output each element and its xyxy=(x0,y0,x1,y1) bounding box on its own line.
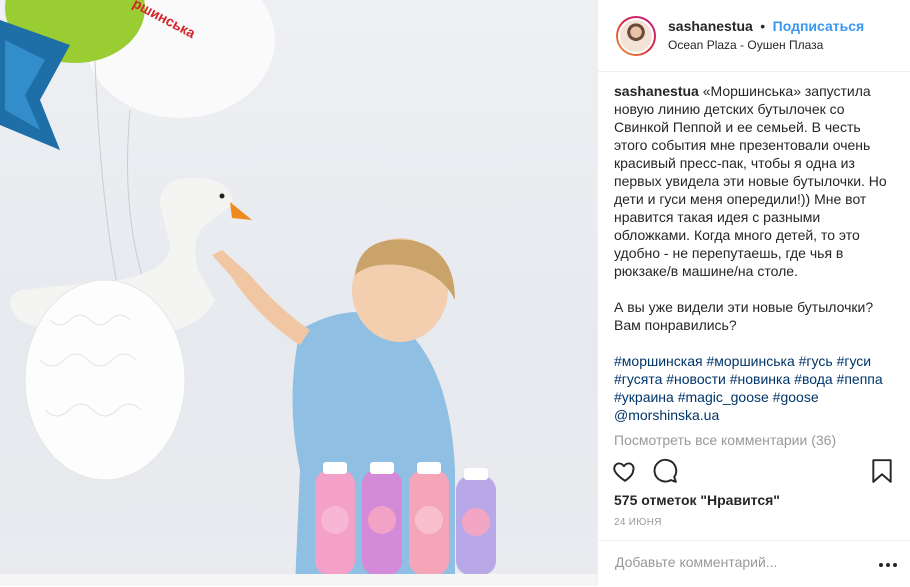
hashtag-link[interactable]: @morshinska.ua xyxy=(614,407,719,423)
more-options-icon[interactable] xyxy=(878,555,898,573)
hashtag-link[interactable]: #goose xyxy=(773,389,819,405)
post-header: sashanestua • Подписаться Ocean Plaza - … xyxy=(598,0,910,72)
caption-text: «Моршинська» запустила новую линию детск… xyxy=(614,83,887,333)
hashtag-link[interactable]: #гусь xyxy=(799,353,833,369)
instagram-post: ршинська sashanestua • Подписаться Ocean… xyxy=(0,0,910,586)
hashtag-link[interactable]: #украина xyxy=(614,389,674,405)
hashtag-link[interactable]: #гуси xyxy=(837,353,872,369)
hashtag-link[interactable]: #новости xyxy=(666,371,726,387)
caption: sashanestua «Моршинська» запустила новую… xyxy=(614,82,896,334)
post-photo[interactable]: ршинська xyxy=(0,0,597,586)
hashtag-link[interactable]: #новинка xyxy=(730,371,791,387)
separator-dot: • xyxy=(760,18,766,34)
post-sidebar: sashanestua • Подписаться Ocean Plaza - … xyxy=(597,0,910,586)
photo-illustration xyxy=(0,0,597,586)
hashtags: #моршинская #моршинська #гусь #гуси #гус… xyxy=(614,352,896,424)
avatar[interactable] xyxy=(616,15,656,56)
paper-nest xyxy=(24,279,186,481)
caption-username[interactable]: sashanestua xyxy=(614,83,699,99)
heart-icon[interactable] xyxy=(612,458,640,486)
hashtag-link[interactable]: #magic_goose xyxy=(678,389,769,405)
boy-arm xyxy=(212,250,310,345)
location-link[interactable]: Ocean Plaza - Оушен Плаза xyxy=(668,36,864,54)
comment-icon[interactable] xyxy=(652,458,680,486)
follow-button[interactable]: Подписаться xyxy=(773,18,865,34)
hashtag-link[interactable]: #гусята xyxy=(614,371,662,387)
bookmark-icon[interactable] xyxy=(870,458,898,486)
action-bar xyxy=(612,458,898,488)
hashtag-link[interactable]: #моршинська xyxy=(706,353,794,369)
post-body: sashanestua «Моршинська» запустила новую… xyxy=(598,72,910,449)
comment-input[interactable] xyxy=(613,553,877,571)
hashtag-link[interactable]: #вода xyxy=(794,371,833,387)
hashtag-link[interactable]: #пеппа xyxy=(837,371,883,387)
likes-count[interactable]: 575 отметок "Нравится" xyxy=(614,492,780,508)
username-link[interactable]: sashanestua xyxy=(668,18,753,34)
post-date: 24 ИЮНЯ xyxy=(614,517,662,528)
view-all-comments-link[interactable]: Посмотреть все комментарии (36) xyxy=(614,431,896,449)
comment-bar xyxy=(598,540,910,587)
hashtag-link[interactable]: #моршинская xyxy=(614,353,703,369)
